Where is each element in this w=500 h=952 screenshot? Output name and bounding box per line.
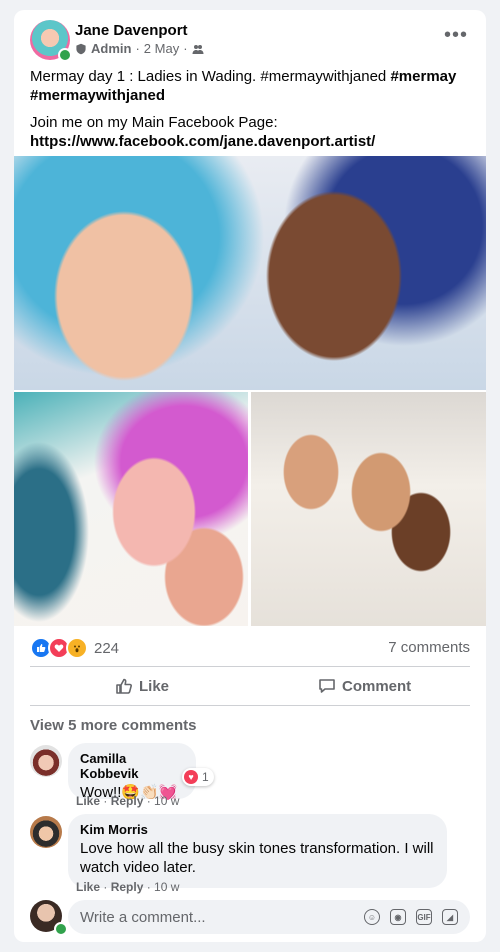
commenter-name[interactable]: Camilla Kobbevik: [80, 751, 184, 781]
comments-count-link[interactable]: 7 comments: [388, 639, 470, 656]
comment-reply-link[interactable]: Reply: [111, 794, 144, 808]
comment-actions: Like · Reply · 10 w: [76, 794, 180, 808]
write-comment-input[interactable]: Write a comment... ☺ ◉ GIF ◢: [68, 900, 470, 934]
wow-reaction-icon: [66, 637, 88, 659]
group-audience-icon[interactable]: [192, 43, 204, 55]
comment-text: Love how all the busy skin tones transfo…: [80, 840, 434, 876]
post-photo-1[interactable]: [14, 156, 486, 390]
admin-label: Admin: [91, 41, 132, 56]
comment-like-link[interactable]: Like: [76, 880, 100, 894]
comment-reply-link[interactable]: Reply: [111, 880, 144, 894]
divider: [30, 666, 470, 667]
sticker-icon[interactable]: ◢: [442, 909, 458, 925]
reaction-count: 224: [94, 639, 120, 657]
emoji-icon[interactable]: ☺: [364, 909, 380, 925]
hashtag-mermay[interactable]: #mermay: [390, 68, 456, 85]
view-more-comments-link[interactable]: View 5 more comments: [30, 717, 196, 734]
post-text: Mermay day 1 : Ladies in Wading. #mermay…: [30, 68, 457, 150]
comment-reaction-count: 1: [202, 770, 209, 784]
post-photo-2[interactable]: [14, 392, 248, 626]
comment-like-link[interactable]: Like: [76, 794, 100, 808]
love-reaction-icon: ♥: [184, 770, 198, 784]
facebook-page-link[interactable]: https://www.facebook.com/jane.davenport.…: [30, 133, 375, 150]
like-button[interactable]: Like: [115, 677, 169, 695]
post-card: Jane Davenport Admin · 2 May · ••• Merma…: [14, 10, 486, 942]
commenter-avatar[interactable]: [30, 745, 62, 777]
reaction-summary[interactable]: 224: [30, 637, 119, 659]
more-horizontal-icon: •••: [443, 24, 468, 46]
camera-icon[interactable]: ◉: [390, 909, 406, 925]
post-date[interactable]: 2 May: [144, 41, 179, 56]
post-photo-3[interactable]: [251, 392, 486, 626]
comment-bubble: Camilla Kobbevik Wow!!🤩👏🏻💓: [68, 743, 196, 801]
gif-icon[interactable]: GIF: [416, 909, 432, 925]
online-status-indicator: [58, 48, 72, 62]
post-meta: Admin · 2 May ·: [75, 41, 204, 56]
more-options-button[interactable]: •••: [444, 24, 468, 47]
comment-actions: Like · Reply · 10 w: [76, 880, 180, 894]
comment-button[interactable]: Comment: [318, 677, 411, 695]
comment-bubble-icon: [319, 679, 335, 693]
comment-time[interactable]: 10 w: [154, 794, 179, 808]
comment-bubble: Kim Morris Love how all the busy skin to…: [68, 814, 447, 888]
commenter-name[interactable]: Kim Morris: [80, 822, 435, 837]
commenter-avatar[interactable]: [30, 816, 62, 848]
divider: [30, 705, 470, 706]
admin-shield-icon: [76, 43, 86, 54]
online-status-indicator: [54, 922, 68, 936]
hashtag-mermaywithjaned[interactable]: #mermaywithjaned: [30, 87, 165, 104]
thumbs-up-icon: [116, 678, 132, 694]
comment-time[interactable]: 10 w: [154, 880, 179, 894]
comment-reaction-summary[interactable]: ♥ 1: [182, 768, 214, 786]
write-comment-placeholder: Write a comment...: [80, 908, 206, 926]
post-author-name[interactable]: Jane Davenport: [75, 22, 188, 39]
